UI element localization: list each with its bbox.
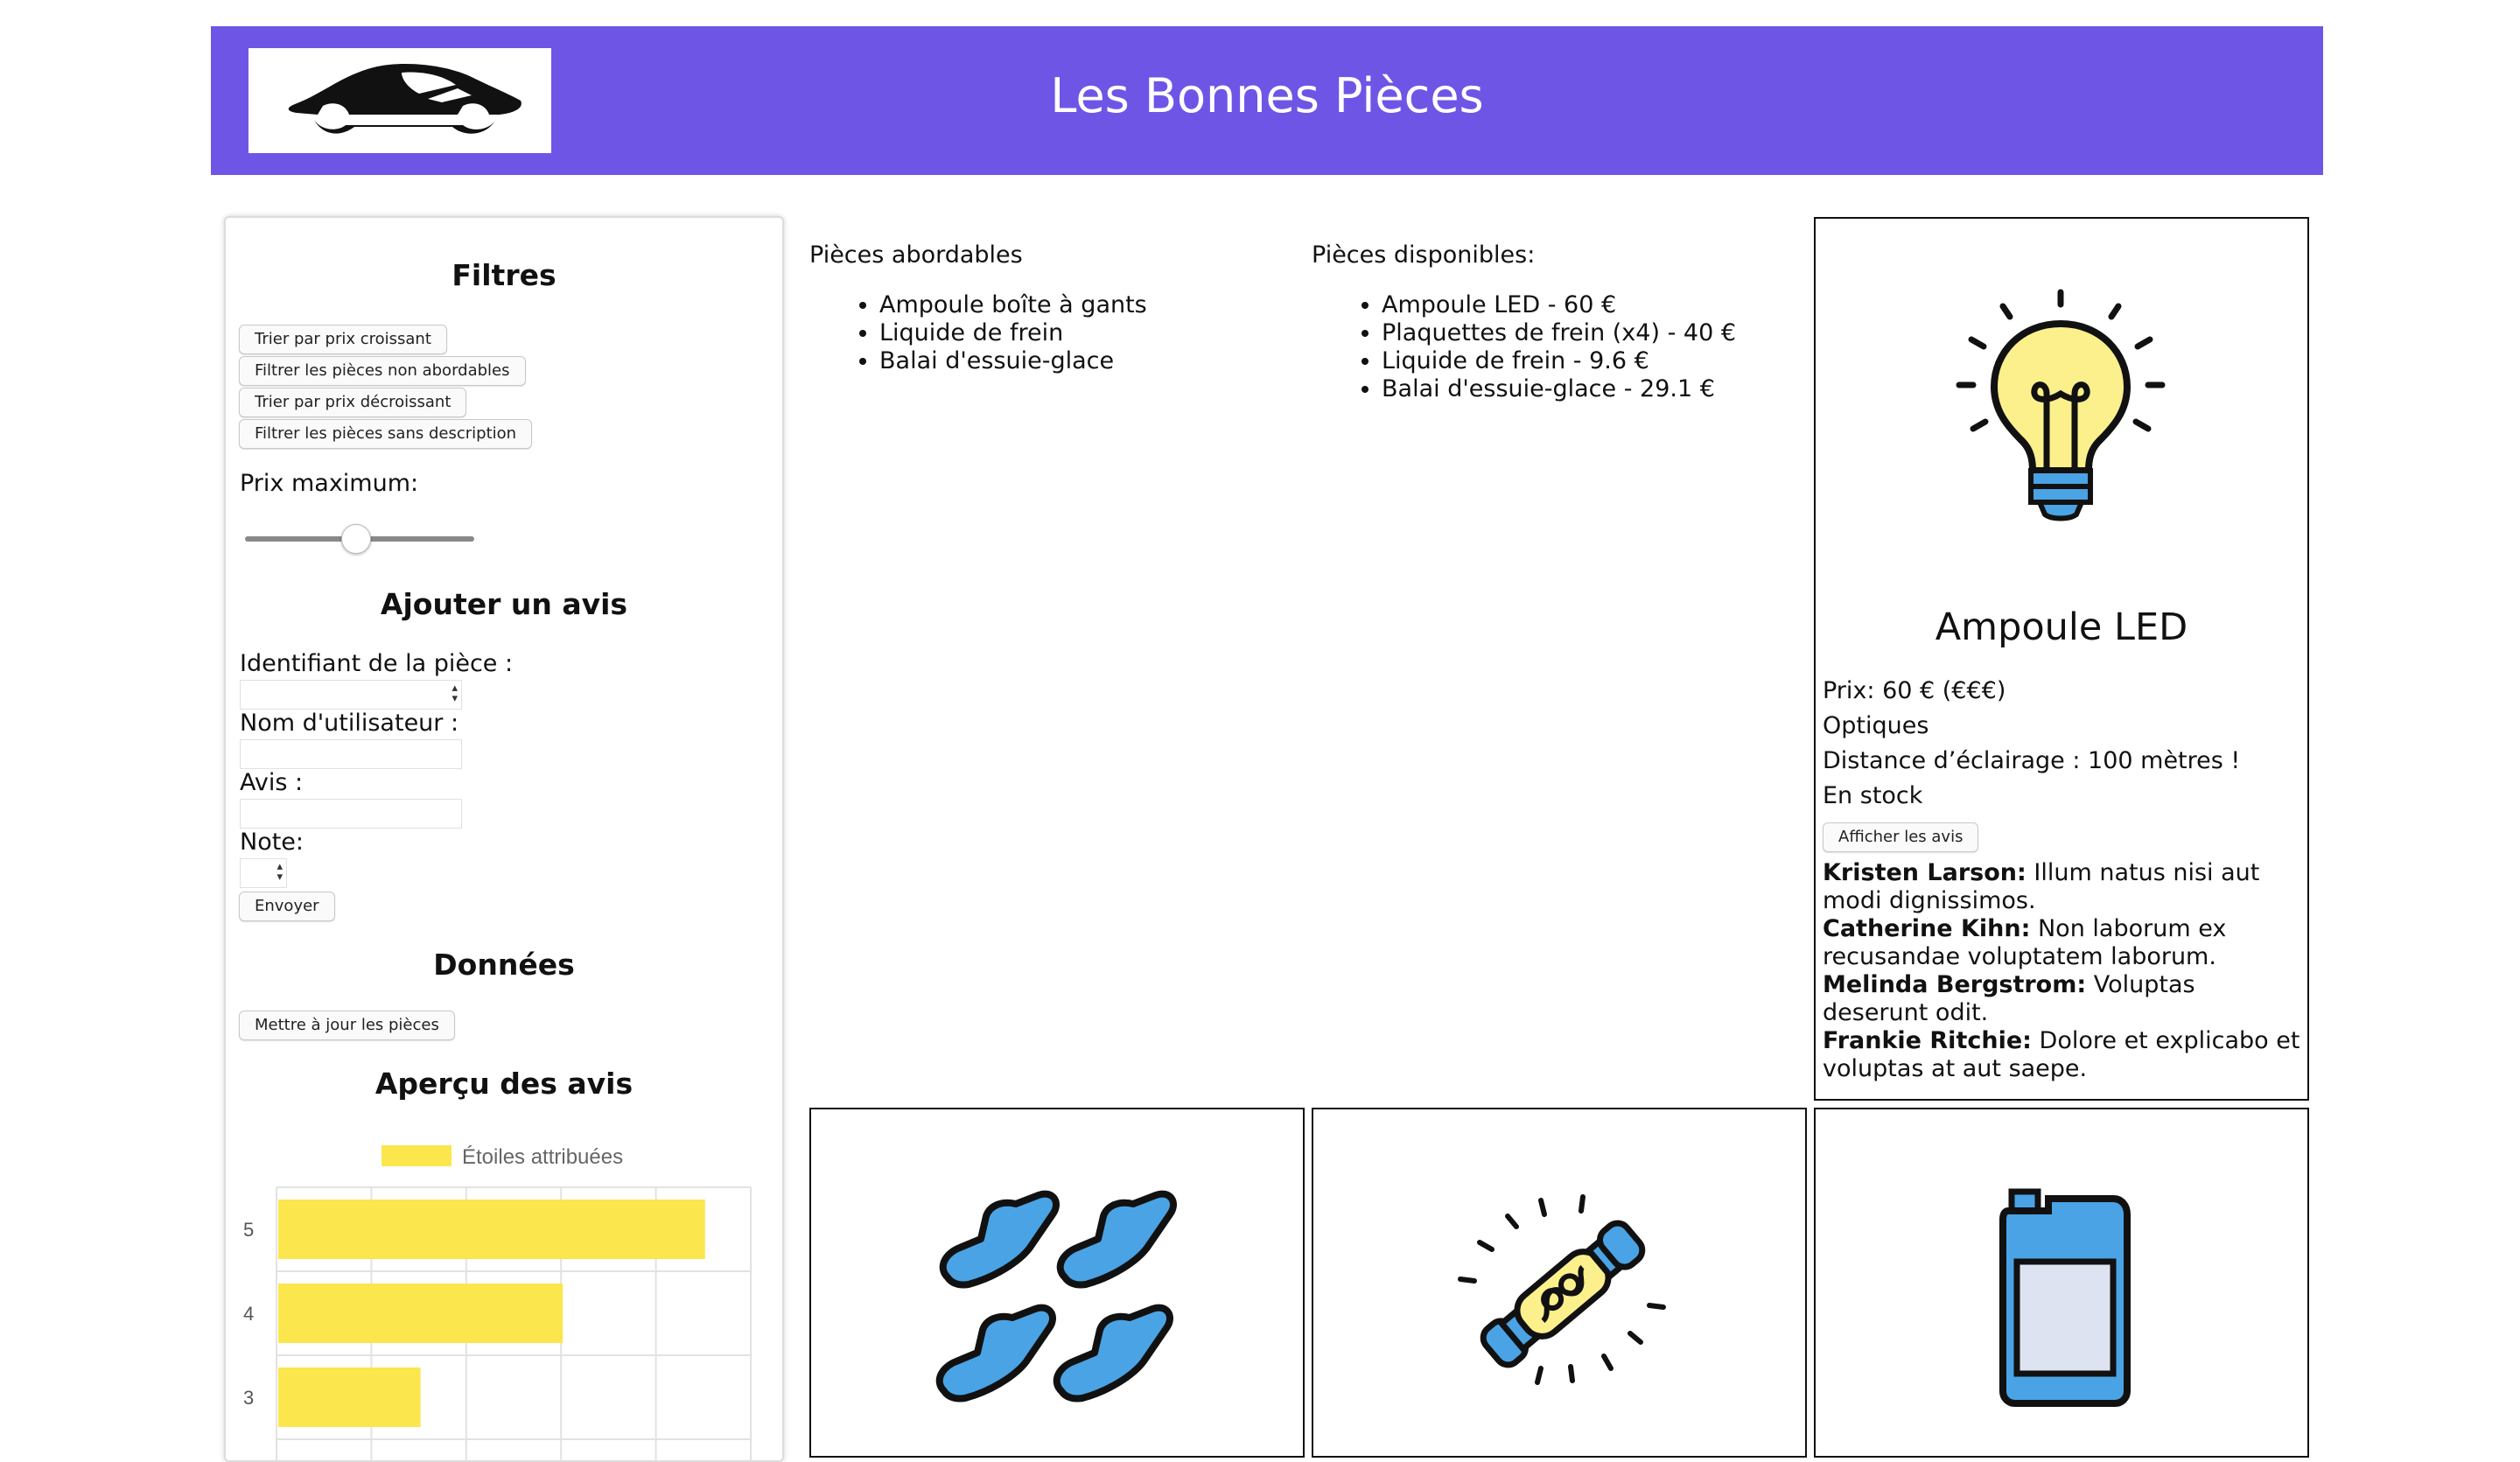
product-stock: En stock xyxy=(1823,782,1923,809)
list-item: Balai d'essuie-glace - 29.1 € xyxy=(1382,375,1736,403)
site-title: Les Bonnes Pièces xyxy=(211,68,2323,123)
product-card-tube-bulb xyxy=(1312,1108,1807,1458)
show-reviews-button[interactable]: Afficher les avis xyxy=(1823,822,1979,852)
available-parts-section: Pièces disponibles: Ampoule LED - 60 € P… xyxy=(1312,241,1736,403)
chart-tick-label: 3 xyxy=(243,1387,254,1409)
light-bulb-icon xyxy=(1956,289,2166,521)
list-item: Ampoule LED - 60 € xyxy=(1382,291,1736,319)
review-item: Kristen Larson: Illum natus nisi aut mod… xyxy=(1823,859,2304,915)
list-item: Ampoule boîte à gants xyxy=(879,291,1147,319)
list-item: Balai d'essuie-glace xyxy=(879,347,1147,375)
product-price: Prix: 60 € (€€€) xyxy=(1823,677,2006,704)
review-author: Melinda Bergstrom: xyxy=(1823,971,2087,998)
reviews-bar-chart: 5 4 3 Étoiles attribuées xyxy=(243,1145,752,1460)
legend-label: Étoiles attribuées xyxy=(462,1145,623,1169)
product-card-fluid-canister xyxy=(1814,1108,2309,1458)
chart-bar-4 xyxy=(278,1284,564,1343)
site-title-text: Les Bonnes Pièces xyxy=(1050,68,1484,123)
affordable-parts-title: Pièces abordables xyxy=(809,241,1023,269)
available-parts-list: Ampoule LED - 60 € Plaquettes de frein (… xyxy=(1312,291,1736,403)
site-header: Les Bonnes Pièces xyxy=(211,26,2323,175)
product-description: Distance d’éclairage : 100 mètres ! xyxy=(1823,747,2241,774)
chart-bar-5 xyxy=(278,1200,705,1259)
review-author: Frankie Ritchie: xyxy=(1823,1027,2032,1054)
available-parts-title: Pièces disponibles: xyxy=(1312,241,1536,269)
product-category: Optiques xyxy=(1823,712,1929,739)
affordable-parts-list: Ampoule boîte à gants Liquide de frein B… xyxy=(809,291,1147,375)
list-item: Liquide de frein xyxy=(879,319,1147,347)
review-author: Catherine Kihn: xyxy=(1823,915,2031,942)
review-author: Kristen Larson: xyxy=(1823,859,2026,886)
legend-swatch xyxy=(382,1145,452,1166)
product-name: Ampoule LED xyxy=(1935,605,2188,649)
chart-bar-3 xyxy=(278,1368,421,1427)
chart-tick-label: 5 xyxy=(243,1219,254,1241)
product-card-brake-pads xyxy=(809,1108,1305,1458)
tube-bulb-icon xyxy=(1458,1194,1666,1385)
sidebar-panel: Filtres Trier par prix croissant Filtrer… xyxy=(224,216,784,1462)
affordable-parts-section: Pièces abordables Ampoule boîte à gants … xyxy=(809,241,1147,375)
brake-pads-icon xyxy=(935,1190,1177,1403)
review-item: Frankie Ritchie: Dolore et explicabo et … xyxy=(1823,1027,2304,1083)
product-card-led-bulb: Ampoule LED Prix: 60 € (€€€) Optiques Di… xyxy=(1814,217,2309,1101)
review-item: Melinda Bergstrom: Voluptas deserunt odi… xyxy=(1823,971,2304,1027)
review-item: Catherine Kihn: Non laborum ex recusanda… xyxy=(1823,915,2304,971)
list-item: Plaquettes de frein (x4) - 40 € xyxy=(1382,319,1736,347)
fluid-canister-icon xyxy=(1999,1188,2131,1407)
chart-tick-label: 4 xyxy=(243,1303,254,1325)
list-item: Liquide de frein - 9.6 € xyxy=(1382,347,1736,375)
